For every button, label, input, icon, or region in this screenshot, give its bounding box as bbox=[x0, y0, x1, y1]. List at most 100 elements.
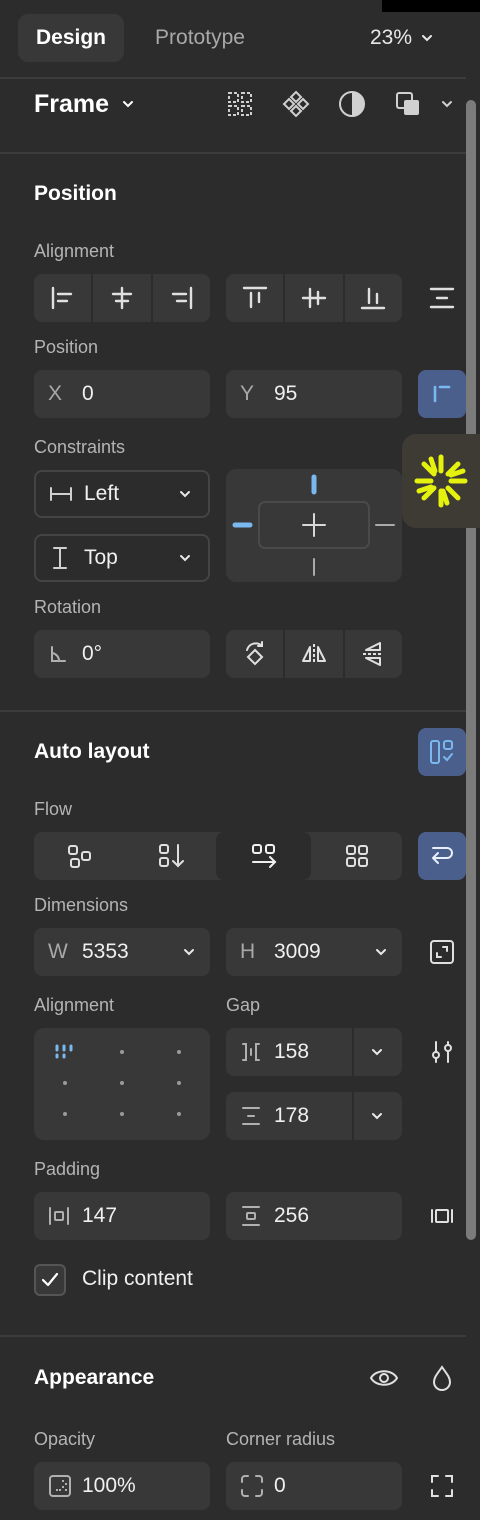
wrap-icon bbox=[432, 847, 453, 864]
constraint-widget[interactable] bbox=[226, 469, 402, 582]
chevron-down-icon bbox=[180, 491, 190, 498]
distribute-button[interactable] bbox=[422, 278, 462, 318]
visibility-button[interactable] bbox=[364, 1358, 404, 1398]
flow-freeform-button[interactable] bbox=[34, 832, 125, 880]
resize-icon bbox=[430, 940, 454, 964]
horizontal-gap-field[interactable]: 158 bbox=[226, 1028, 402, 1076]
boolean-dropdown[interactable] bbox=[432, 84, 462, 124]
height-field[interactable]: H 3009 bbox=[226, 928, 402, 976]
horizontal-gap-prefix bbox=[240, 1041, 274, 1063]
tab-prototype[interactable]: Prototype bbox=[134, 14, 266, 62]
auto-layout-section-title: Auto layout bbox=[34, 740, 150, 763]
blend-mode-button[interactable] bbox=[422, 1358, 462, 1398]
horizontal-constraint-value: Left bbox=[84, 482, 120, 505]
width-dropdown[interactable] bbox=[182, 928, 196, 976]
plugin-launcher-button[interactable] bbox=[402, 434, 480, 528]
al-alignment-label: Alignment bbox=[34, 995, 115, 1015]
alignment-label: Alignment bbox=[34, 241, 115, 261]
align-left-icon bbox=[51, 286, 72, 310]
corner-radius-value: 0 bbox=[274, 1474, 286, 1497]
rotate-90-button[interactable] bbox=[226, 630, 286, 678]
horizontal-gap-icon bbox=[242, 1043, 260, 1061]
vertical-gap-field[interactable]: 178 bbox=[226, 1092, 402, 1140]
horizontal-padding-icon bbox=[49, 1207, 69, 1225]
independent-corners-button[interactable] bbox=[422, 1466, 462, 1506]
corners-icon bbox=[431, 1475, 453, 1497]
corner-radius-field[interactable]: 0 bbox=[226, 1462, 402, 1510]
individual-padding-button[interactable] bbox=[422, 1196, 462, 1236]
horizontal-constraint-icon bbox=[50, 487, 72, 501]
flip-vertical-button[interactable] bbox=[345, 630, 402, 678]
height-prefix: H bbox=[240, 940, 256, 963]
align-horizontal-center-button[interactable] bbox=[93, 274, 153, 322]
width-value: 5353 bbox=[82, 940, 129, 963]
angle-icon bbox=[51, 646, 66, 662]
gap-label: Gap bbox=[226, 995, 261, 1015]
gap-field-divider bbox=[352, 1092, 354, 1140]
flow-grid-button[interactable] bbox=[311, 832, 402, 880]
rotation-prefix bbox=[48, 644, 82, 664]
opacity-field[interactable]: 100% bbox=[34, 1462, 210, 1510]
height-dropdown[interactable] bbox=[374, 928, 388, 976]
advanced-layout-settings-button[interactable] bbox=[422, 1032, 462, 1072]
transform-group bbox=[226, 630, 402, 678]
width-prefix: W bbox=[48, 940, 68, 963]
mask-button[interactable] bbox=[332, 84, 372, 124]
flow-horizontal-button[interactable] bbox=[216, 832, 311, 880]
vertical-constraint-dropdown[interactable]: Top bbox=[34, 534, 210, 582]
scrollbar[interactable] bbox=[466, 100, 476, 1240]
vertical-gap-dropdown[interactable] bbox=[370, 1092, 384, 1140]
layout-grid-button[interactable] bbox=[220, 84, 260, 124]
align-top-button[interactable] bbox=[226, 274, 286, 322]
corner-radius-prefix bbox=[240, 1474, 274, 1498]
horizontal-gap-value: 158 bbox=[274, 1040, 310, 1063]
vertical-padding-field[interactable]: 256 bbox=[226, 1192, 402, 1240]
wrap-button[interactable] bbox=[418, 832, 466, 880]
vertical-flow-icon bbox=[158, 844, 184, 868]
rotation-value: 0° bbox=[82, 642, 103, 665]
component-button[interactable] bbox=[276, 84, 316, 124]
align-bottom-button[interactable] bbox=[345, 274, 402, 322]
zoom-dropdown[interactable]: 23% bbox=[370, 14, 434, 62]
vertical-gap-value: 178 bbox=[274, 1104, 310, 1127]
horizontal-constraint-dropdown[interactable]: Left bbox=[34, 470, 210, 518]
horizontal-flow-icon bbox=[251, 844, 276, 868]
appearance-section-title: Appearance bbox=[34, 1366, 155, 1389]
align-right-button[interactable] bbox=[153, 274, 210, 322]
auto-layout-suggestion-button[interactable] bbox=[418, 728, 466, 776]
absolute-position-icon bbox=[433, 385, 451, 403]
align-vertical-center-icon bbox=[301, 287, 327, 309]
align-horizontal-center-icon bbox=[111, 286, 133, 310]
width-field[interactable]: W 5353 bbox=[34, 928, 210, 976]
drop-icon bbox=[432, 1365, 452, 1391]
opacity-icon bbox=[49, 1475, 71, 1497]
align-top-icon bbox=[242, 286, 267, 309]
flip-horizontal-button[interactable] bbox=[285, 630, 345, 678]
frame-type-dropdown[interactable]: Frame bbox=[34, 86, 135, 122]
y-position-field[interactable]: Y 95 bbox=[226, 370, 402, 418]
boolean-button[interactable] bbox=[388, 84, 428, 124]
flow-group bbox=[34, 832, 402, 880]
horizontal-padding-prefix bbox=[48, 1205, 82, 1227]
clip-content-checkbox[interactable] bbox=[34, 1264, 66, 1296]
flow-label: Flow bbox=[34, 799, 73, 819]
resize-to-fit-button[interactable] bbox=[422, 932, 462, 972]
horizontal-padding-value: 147 bbox=[82, 1204, 118, 1227]
x-position-field[interactable]: X 0 bbox=[34, 370, 210, 418]
tab-design[interactable]: Design bbox=[18, 14, 124, 62]
align-vertical-center-button[interactable] bbox=[285, 274, 345, 322]
component-icon bbox=[282, 90, 310, 118]
alignment-grid[interactable] bbox=[34, 1028, 210, 1140]
flow-vertical-button[interactable] bbox=[125, 832, 216, 880]
auto-layout-icon bbox=[430, 740, 453, 764]
horizontal-gap-dropdown[interactable] bbox=[370, 1028, 384, 1076]
clip-content-label: Clip content bbox=[82, 1267, 193, 1290]
absolute-position-button[interactable] bbox=[418, 370, 466, 418]
y-prefix: Y bbox=[240, 382, 255, 405]
vertical-constraint-icon bbox=[53, 547, 67, 569]
rotation-field[interactable]: 0° bbox=[34, 630, 210, 678]
horizontal-padding-field[interactable]: 147 bbox=[34, 1192, 210, 1240]
x-prefix: X bbox=[48, 382, 63, 405]
align-left-button[interactable] bbox=[34, 274, 94, 322]
divider bbox=[0, 77, 466, 79]
